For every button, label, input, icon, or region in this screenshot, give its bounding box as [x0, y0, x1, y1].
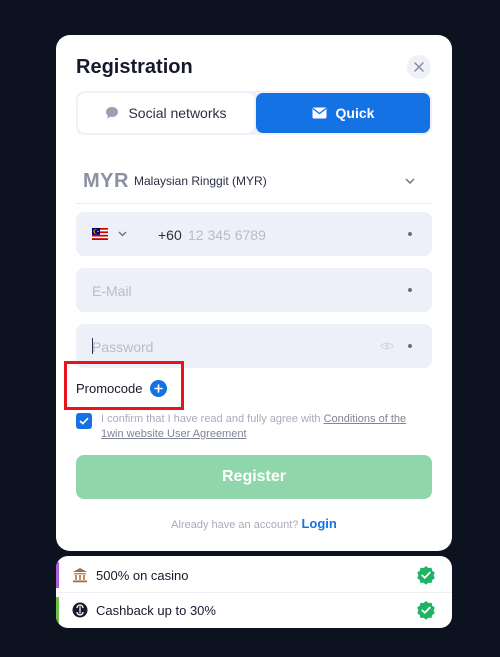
agreement-statement: I confirm that I have read and fully agr…	[101, 413, 324, 425]
register-button[interactable]: Register	[76, 455, 432, 499]
plus-icon[interactable]	[150, 380, 168, 397]
bonus-accent-bar	[56, 597, 59, 623]
checkmark-icon	[79, 417, 89, 425]
chat-bubble-icon	[106, 107, 119, 119]
verified-badge-icon	[417, 566, 435, 585]
email-field[interactable]: E-Mail	[76, 268, 432, 312]
bonus-item-casino: 500% on casino	[56, 558, 452, 593]
agreement-checkbox[interactable]	[76, 413, 92, 429]
currency-code: MYR	[83, 170, 129, 192]
bonus-item-cashback: Cashback up to 30%	[56, 593, 452, 627]
login-row: Already have an account? Login	[56, 516, 452, 531]
password-placeholder: Password	[92, 339, 154, 355]
required-indicator	[408, 344, 412, 348]
cashback-icon	[72, 602, 88, 618]
phone-prefix: +60	[158, 227, 182, 243]
promocode-toggle[interactable]: Promocode	[76, 380, 168, 397]
bonus-list: 500% on casino Cashback up to 30%	[56, 556, 452, 628]
tab-quick-label: Quick	[335, 105, 375, 121]
country-chevron-icon[interactable]	[118, 231, 127, 237]
agreement-text: I confirm that I have read and fully agr…	[101, 412, 421, 442]
verified-badge-icon	[417, 601, 435, 620]
tab-social-label: Social networks	[128, 105, 227, 121]
eye-icon[interactable]	[380, 341, 394, 351]
bonus-label: 500% on casino	[96, 568, 189, 583]
promocode-label: Promocode	[76, 381, 143, 396]
login-prompt: Already have an account?	[171, 519, 299, 531]
login-link[interactable]: Login	[301, 516, 336, 531]
required-indicator	[408, 288, 412, 292]
bonus-label: Cashback up to 30%	[96, 603, 216, 618]
currency-name: Malaysian Ringgit (MYR)	[134, 174, 267, 188]
modal-title: Registration	[76, 56, 193, 78]
bonus-accent-bar	[56, 562, 59, 588]
required-indicator	[408, 232, 412, 236]
casino-building-icon	[73, 568, 87, 583]
malaysia-flag-icon	[92, 228, 108, 240]
close-button[interactable]	[407, 55, 431, 79]
currency-select[interactable]: MYR Malaysian Ringgit (MYR)	[76, 159, 432, 204]
password-field[interactable]: Password	[76, 324, 432, 368]
email-placeholder: E-Mail	[92, 283, 132, 299]
phone-field[interactable]: +60 12 345 6789	[76, 212, 432, 256]
close-icon	[414, 62, 424, 72]
envelope-icon	[312, 107, 327, 119]
phone-placeholder: 12 345 6789	[188, 227, 266, 243]
registration-modal: Registration Social networks Quick MYR M…	[56, 35, 452, 551]
tab-quick[interactable]: Quick	[256, 93, 430, 133]
registration-tabs: Social networks Quick	[76, 91, 432, 135]
chevron-down-icon	[405, 178, 415, 184]
tab-social-networks[interactable]: Social networks	[78, 93, 254, 133]
